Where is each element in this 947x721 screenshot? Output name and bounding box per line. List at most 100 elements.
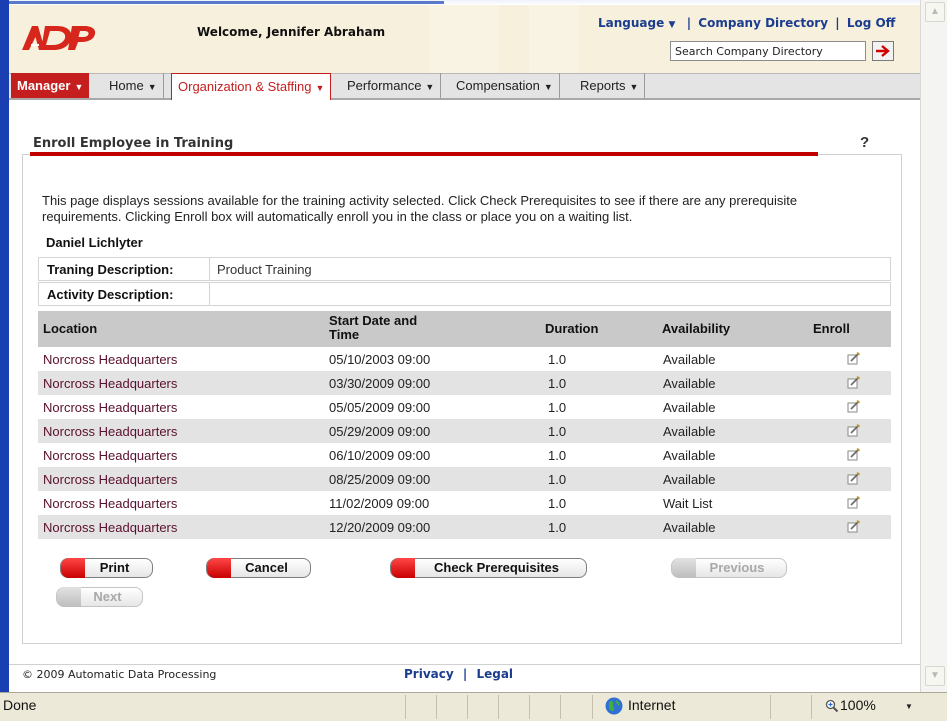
cell-availability: Available xyxy=(663,472,716,487)
window-left-border xyxy=(0,0,9,692)
enroll-icon[interactable] xyxy=(847,399,861,413)
chevron-down-icon: ▼ xyxy=(668,20,676,30)
nav-manager[interactable]: Manager ▼ xyxy=(11,73,90,98)
table-row: Norcross Headquarters 08/25/2009 09:00 1.0… xyxy=(38,467,891,491)
training-description-label: Traning Description: xyxy=(47,262,174,277)
footer-divider xyxy=(9,664,920,665)
cancel-button[interactable]: Cancel xyxy=(206,558,311,578)
table-row: Norcross Headquarters 05/10/2003 09:00 1.0… xyxy=(38,347,891,371)
cell-duration: 1.0 xyxy=(548,376,567,391)
cell-start-date: 11/02/2009 09:00 xyxy=(329,496,430,511)
cell-duration: 1.0 xyxy=(548,472,567,487)
nav-home[interactable]: Home ▼ xyxy=(103,73,164,98)
cell-availability: Available xyxy=(663,424,716,439)
cell-availability: Available xyxy=(663,520,716,535)
employee-name: Daniel Lichlyter xyxy=(46,235,143,250)
enroll-icon[interactable] xyxy=(847,351,861,365)
search-go-button[interactable] xyxy=(872,41,894,61)
cell-location: Norcross Headquarters xyxy=(43,448,178,463)
sessions-table-header: Location Start Date and Time Duration Av… xyxy=(38,311,891,347)
table-row: Norcross Headquarters 06/10/2009 09:00 1.0… xyxy=(38,443,891,467)
cell-start-date: 05/29/2009 09:00 xyxy=(329,424,431,439)
scroll-down-icon[interactable]: ▼ xyxy=(925,666,945,686)
page-description: This page displays sessions available fo… xyxy=(42,193,798,224)
privacy-link[interactable]: Privacy xyxy=(404,667,454,681)
cell-location: Norcross Headquarters xyxy=(43,424,178,439)
cell-duration: 1.0 xyxy=(548,424,567,439)
cell-availability: Available xyxy=(663,376,716,391)
zoom-level[interactable]: 100% xyxy=(840,697,876,713)
chevron-down-icon: ▼ xyxy=(74,82,84,92)
cell-availability: Wait List xyxy=(663,496,713,511)
cell-availability: Available xyxy=(663,400,716,415)
enroll-icon[interactable] xyxy=(847,495,861,509)
cell-duration: 1.0 xyxy=(548,352,567,367)
adp-logo xyxy=(22,26,96,50)
nav-performance[interactable]: Performance ▼ xyxy=(341,73,442,98)
chevron-down-icon: ▼ xyxy=(425,82,435,92)
table-row: Norcross Headquarters 03/30/2009 09:00 1.0… xyxy=(38,371,891,395)
training-description-value: Product Training xyxy=(217,262,312,277)
nav-reports[interactable]: Reports ▼ xyxy=(574,73,646,98)
enroll-icon[interactable] xyxy=(847,375,861,389)
column-header-start-date[interactable]: Start Date and Time xyxy=(329,314,419,342)
zoom-dropdown-icon[interactable]: ▼ xyxy=(905,702,913,711)
table-row: Norcross Headquarters 05/29/2009 09:00 1.0… xyxy=(38,419,891,443)
welcome-text: Welcome, Jennifer Abraham xyxy=(197,25,386,39)
enroll-icon[interactable] xyxy=(847,519,861,533)
activity-description-label: Activity Description: xyxy=(47,287,174,302)
title-underline xyxy=(30,152,818,156)
training-description-row: Traning Description: Product Training xyxy=(38,257,891,281)
enroll-icon[interactable] xyxy=(847,471,861,485)
print-button[interactable]: Print xyxy=(60,558,153,578)
copyright-text: © 2009 Automatic Data Processing xyxy=(22,668,217,681)
cell-availability: Available xyxy=(663,448,716,463)
top-links: Language ▼ | Company Directory | Log Off xyxy=(598,16,896,30)
table-row: Norcross Headquarters 12/20/2009 09:00 1.0… xyxy=(38,515,891,539)
legal-link[interactable]: Legal xyxy=(476,667,513,681)
column-header-enroll[interactable]: Enroll xyxy=(813,322,850,336)
cell-location: Norcross Headquarters xyxy=(43,472,178,487)
cell-duration: 1.0 xyxy=(548,496,567,511)
logout-link[interactable]: Log Off xyxy=(847,16,896,30)
chevron-down-icon: ▼ xyxy=(629,82,639,92)
language-menu[interactable]: Language ▼ xyxy=(598,16,675,30)
cell-start-date: 12/20/2009 09:00 xyxy=(329,520,431,535)
nav-compensation[interactable]: Compensation ▼ xyxy=(450,73,560,98)
search-input[interactable]: Search Company Directory xyxy=(670,41,866,61)
cell-start-date: 03/30/2009 09:00 xyxy=(329,376,431,391)
arrow-right-icon xyxy=(876,45,890,57)
cell-duration: 1.0 xyxy=(548,400,567,415)
cell-location: Norcross Headquarters xyxy=(43,376,178,391)
chevron-down-icon: ▼ xyxy=(147,82,157,92)
scroll-up-icon[interactable]: ▲ xyxy=(925,2,945,22)
cell-start-date: 06/10/2009 09:00 xyxy=(329,448,431,463)
column-header-duration[interactable]: Duration xyxy=(545,322,598,336)
next-button[interactable]: Next xyxy=(56,587,143,607)
column-header-location[interactable]: Location xyxy=(43,322,97,336)
enroll-icon[interactable] xyxy=(847,423,861,437)
page-title: Enroll Employee in Training xyxy=(33,136,234,151)
help-icon[interactable]: ? xyxy=(860,134,869,151)
cell-start-date: 05/05/2009 09:00 xyxy=(329,400,431,415)
security-zone-text: Internet xyxy=(628,697,676,713)
previous-button[interactable]: Previous xyxy=(671,558,787,578)
cell-availability: Available xyxy=(663,352,716,367)
activity-description-row: Activity Description: xyxy=(38,282,891,306)
enroll-icon[interactable] xyxy=(847,447,861,461)
cell-duration: 1.0 xyxy=(548,448,567,463)
company-directory-link[interactable]: Company Directory xyxy=(698,16,828,30)
cell-start-date: 05/10/2003 09:00 xyxy=(329,352,431,367)
column-header-availability[interactable]: Availability xyxy=(662,322,730,336)
check-prerequisites-button[interactable]: Check Prerequisites xyxy=(390,558,587,578)
chevron-down-icon: ▼ xyxy=(315,83,325,93)
chevron-down-icon: ▼ xyxy=(543,82,553,92)
footer-links: Privacy | Legal xyxy=(404,667,514,681)
nav-organization-staffing[interactable]: Organization & Staffing ▼ xyxy=(171,73,332,100)
globe-icon xyxy=(605,697,623,715)
cell-location: Norcross Headquarters xyxy=(43,352,178,367)
cell-start-date: 08/25/2009 09:00 xyxy=(329,472,431,487)
cell-location: Norcross Headquarters xyxy=(43,520,178,535)
vertical-scrollbar[interactable]: ▲ ▼ xyxy=(920,0,947,692)
table-row: Norcross Headquarters 11/02/2009 09:00 1.0… xyxy=(38,491,891,515)
